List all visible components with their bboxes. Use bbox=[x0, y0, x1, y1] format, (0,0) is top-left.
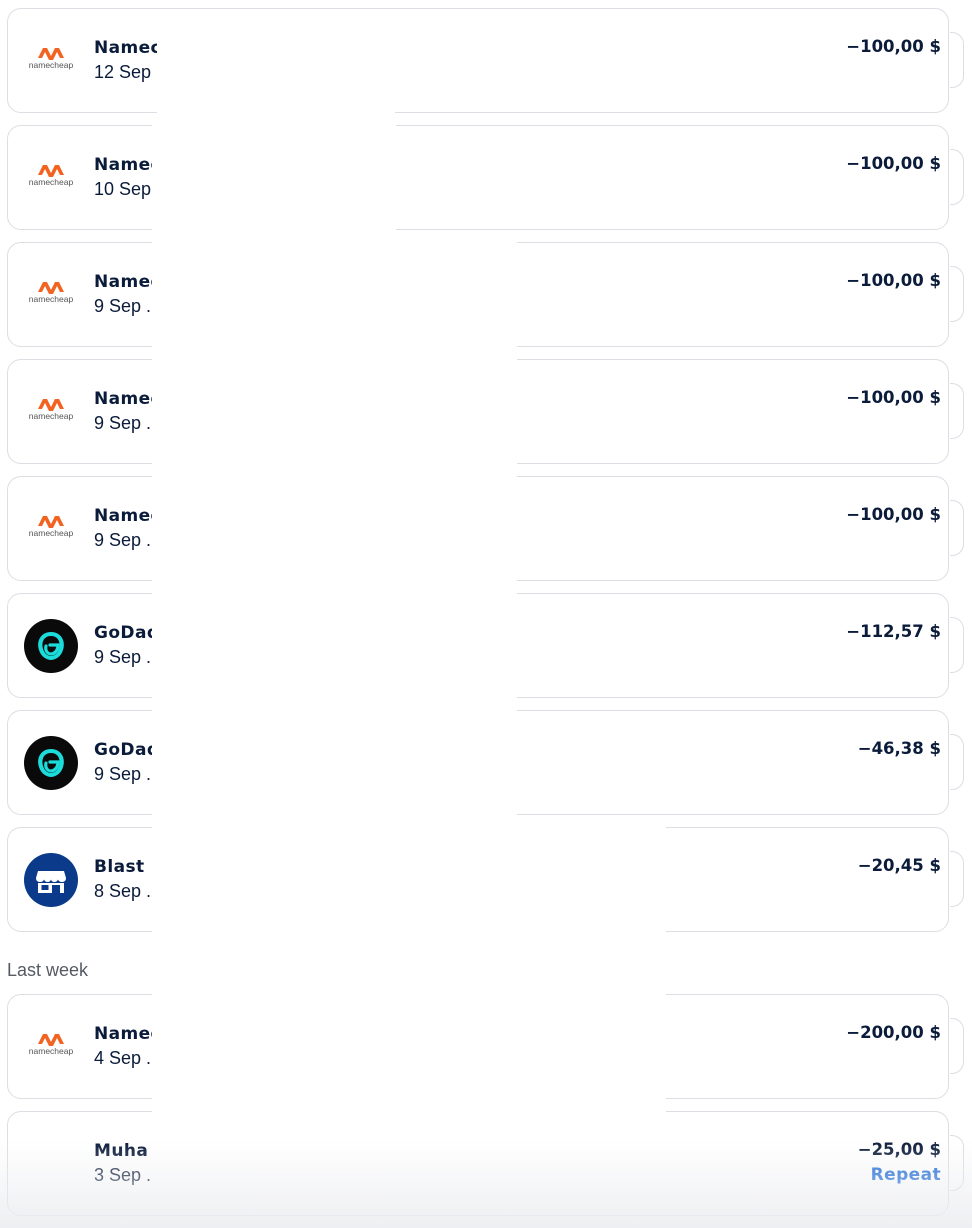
namecheap-wordmark: namecheap bbox=[29, 411, 74, 421]
merchant-name: Namecheap bbox=[94, 389, 160, 409]
repeat-button[interactable]: Repeat bbox=[871, 1165, 941, 1185]
card-stack-edge bbox=[950, 1018, 964, 1074]
transaction-card[interactable]: namecheap Namecheap 10 Sep . −100,00 $ bbox=[7, 125, 949, 230]
namecheap-logo-icon: namecheap bbox=[24, 151, 78, 205]
transaction-date: 9 Sep . bbox=[94, 413, 152, 433]
namecheap-logo-icon: namecheap bbox=[24, 34, 78, 88]
section-label-last-week: Last week bbox=[7, 960, 89, 980]
transaction-amount: −100,00 $ bbox=[846, 505, 941, 524]
transaction-amount: −100,00 $ bbox=[846, 388, 941, 407]
namecheap-wordmark: namecheap bbox=[29, 294, 74, 304]
merchant-avatar bbox=[24, 1137, 78, 1191]
namecheap-logo-icon: namecheap bbox=[24, 502, 78, 556]
card-stack-edge bbox=[950, 149, 964, 205]
redaction-block bbox=[152, 820, 666, 1206]
transaction-date: 9 Sep . bbox=[94, 764, 152, 784]
merchant-name: Namecheap bbox=[94, 506, 160, 526]
redaction-block bbox=[157, 9, 395, 113]
transaction-amount: −200,00 $ bbox=[846, 1023, 941, 1042]
transaction-amount: −100,00 $ bbox=[846, 37, 941, 56]
transaction-feed: Last week namecheap Namecheap 12 Sep . −… bbox=[0, 0, 972, 1228]
transaction-date: 9 Sep . bbox=[94, 647, 152, 667]
transaction-date: 12 Sep . bbox=[94, 62, 162, 82]
merchant-name: GoDaddy bbox=[94, 740, 160, 760]
card-stack-edge bbox=[950, 266, 964, 322]
merchant-name: Namecheap bbox=[94, 155, 160, 175]
merchant-name: Namecheap bbox=[94, 1024, 160, 1044]
store-icon bbox=[24, 853, 78, 907]
transaction-date: 8 Sep . bbox=[94, 881, 152, 901]
card-stack-edge bbox=[950, 734, 964, 790]
godaddy-logo-icon bbox=[24, 736, 78, 790]
merchant-name: Blast bbox=[94, 857, 145, 877]
card-stack-edge bbox=[950, 851, 964, 907]
namecheap-logo-icon: namecheap bbox=[24, 385, 78, 439]
transaction-amount: −100,00 $ bbox=[846, 271, 941, 290]
card-stack-edge bbox=[950, 617, 964, 673]
card-stack-edge bbox=[950, 32, 964, 88]
merchant-name: Muha bbox=[94, 1141, 149, 1161]
redaction-block bbox=[152, 580, 517, 827]
godaddy-logo-icon bbox=[24, 619, 78, 673]
namecheap-wordmark: namecheap bbox=[29, 1046, 74, 1056]
merchant-name: GoDaddy bbox=[94, 623, 160, 643]
namecheap-wordmark: namecheap bbox=[29, 60, 74, 70]
transaction-card[interactable]: namecheap Namecheap 12 Sep . −100,00 $ bbox=[7, 8, 949, 113]
transaction-amount: −112,57 $ bbox=[846, 622, 941, 641]
redaction-block bbox=[152, 113, 396, 243]
card-stack-edge bbox=[950, 500, 964, 556]
transaction-amount: −46,38 $ bbox=[857, 739, 941, 758]
transaction-date: 9 Sep . bbox=[94, 530, 152, 550]
transaction-date: 9 Sep . bbox=[94, 296, 152, 316]
namecheap-logo-icon: namecheap bbox=[24, 268, 78, 322]
transaction-date: 4 Sep . bbox=[94, 1048, 152, 1068]
namecheap-logo-icon: namecheap bbox=[24, 1020, 78, 1074]
card-stack-edge bbox=[950, 383, 964, 439]
transaction-date: 10 Sep . bbox=[94, 179, 162, 199]
transaction-amount: −20,45 $ bbox=[857, 856, 941, 875]
transaction-date: 3 Sep . bbox=[94, 1165, 152, 1185]
namecheap-wordmark: namecheap bbox=[29, 177, 74, 187]
namecheap-wordmark: namecheap bbox=[29, 528, 74, 538]
card-stack-edge bbox=[950, 1135, 964, 1191]
merchant-name: Namecheap bbox=[94, 272, 160, 292]
transaction-amount: −25,00 $ bbox=[857, 1140, 941, 1159]
transaction-amount: −100,00 $ bbox=[846, 154, 941, 173]
merchant-name: Namecheap bbox=[94, 38, 160, 58]
redaction-block bbox=[152, 230, 517, 590]
